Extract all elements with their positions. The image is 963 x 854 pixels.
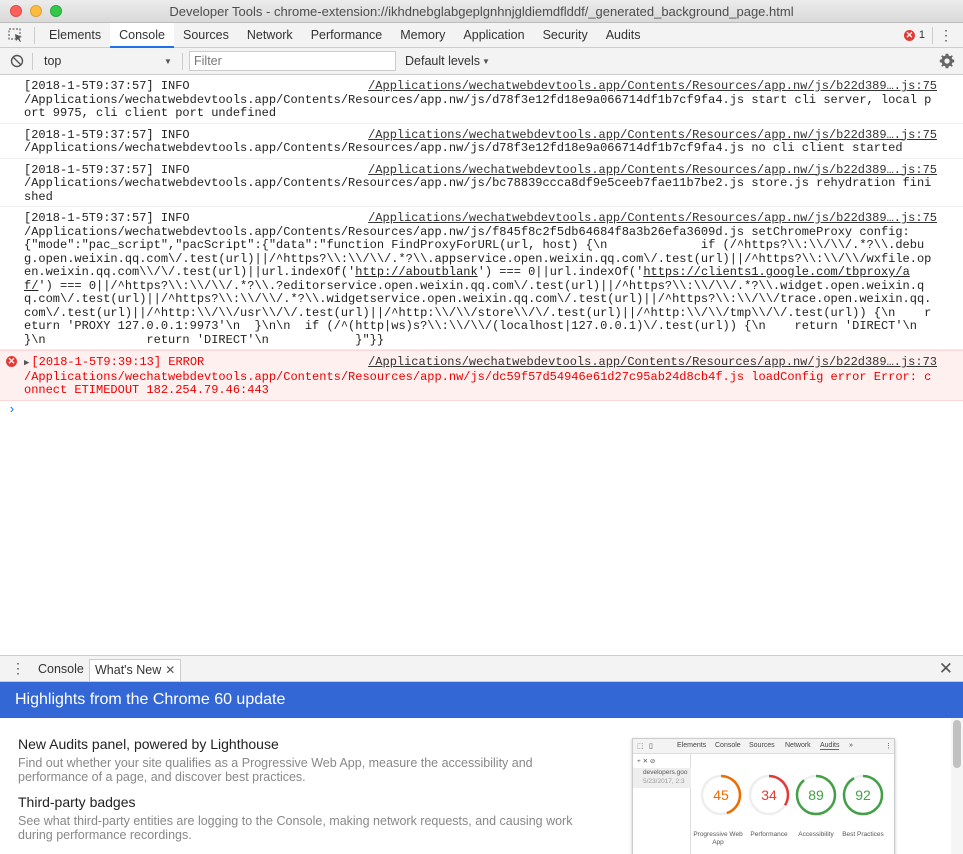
gauge-label: Performance [750,831,788,838]
console-message: /Applications/wechatwebdevtools.app/Cont… [0,159,963,207]
gauge-accessibility: 89 [795,774,837,816]
preview-tab: Elements [677,742,707,749]
tab-memory[interactable]: Memory [391,23,454,48]
divider [182,53,183,70]
error-icon: ✕ [6,356,17,367]
preview-tab: Audits [820,742,840,750]
more-options-icon[interactable]: ⋮ [939,27,953,43]
message-link[interactable]: http://aboutblank [355,265,477,279]
inspect-element-icon[interactable] [8,28,24,43]
news-item-title: Third-party badges [18,794,136,810]
message-text-part: ') === 0||url.indexOf(' [477,265,644,279]
message-text: /Applications/wechatwebdevtools.app/Cont… [24,141,903,155]
message-source-link[interactable]: /Applications/wechatwebdevtools.app/Cont… [368,355,937,370]
error-icon: ✕ [903,29,915,41]
preview-tab: » [849,742,853,749]
message-text-part: ') === 0||/^https?\\:\\/\\/.*?\\.?editor… [24,278,932,347]
gauge-pwa: 45 [700,774,742,816]
gauge-score: 34 [761,787,777,803]
console-error-message: ✕ /Applications/wechatwebdevtools.app/Co… [0,350,963,401]
tab-security[interactable]: Security [534,23,597,48]
tab-performance[interactable]: Performance [302,23,392,48]
window-titlebar: Developer Tools - chrome-extension://ikh… [0,0,963,23]
close-tab-icon[interactable]: ✕ [165,663,175,677]
preview-tab: Console [715,742,741,749]
gauge-label: Best Practices [842,831,884,838]
chevron-down-icon[interactable]: ▼ [482,57,490,66]
gauge-label: Progressive Web App [693,831,743,846]
console-message: /Applications/wechatwebdevtools.app/Cont… [0,75,963,124]
gauge-score: 92 [855,787,871,803]
message-head: [2018-1-5T9:39:13] ERROR [31,355,205,369]
message-source-link[interactable]: /Applications/wechatwebdevtools.app/Cont… [368,128,937,143]
gauge-score: 89 [808,787,824,803]
preview-date: 5/23/2017, 2:3 [643,778,685,785]
drawer-tab-whats-new[interactable]: What's New ✕ [89,659,182,681]
error-count: 1 [918,29,925,41]
gauge-performance: 34 [748,774,790,816]
whats-new-banner: Highlights from the Chrome 60 update [0,682,963,718]
console-message: /Applications/wechatwebdevtools.app/Cont… [0,124,963,159]
message-text: /Applications/wechatwebdevtools.app/Cont… [24,176,932,204]
tab-audits[interactable]: Audits [597,23,650,48]
message-source-link[interactable]: /Applications/wechatwebdevtools.app/Cont… [368,163,937,178]
divider [932,27,933,44]
gear-icon[interactable] [939,53,955,69]
divider [32,53,33,70]
window-title: Developer Tools - chrome-extension://ikh… [169,4,794,19]
scrollbar-thumb[interactable] [953,720,961,768]
tab-sources[interactable]: Sources [174,23,238,48]
tab-application[interactable]: Application [454,23,533,48]
preview-tab-bar: ⬚ ▯ Elements Console Sources Network Aud… [633,739,894,754]
preview-site: developers.goo [643,769,688,776]
preview-inspect-icon: ⬚ [637,743,644,750]
clear-console-icon[interactable] [10,54,24,68]
news-item-desc: See what third-party entities are loggin… [18,814,573,842]
preview-tab: Network [785,742,811,749]
drawer-tab-console[interactable]: Console [33,659,89,681]
context-selector[interactable]: top [44,54,61,68]
console-log[interactable]: /Applications/wechatwebdevtools.app/Cont… [0,75,963,655]
message-text: /Applications/wechatwebdevtools.app/Cont… [24,369,932,397]
gauge-best-practices: 92 [842,774,884,816]
message-source-link[interactable]: /Applications/wechatwebdevtools.app/Cont… [368,79,937,94]
divider [34,27,35,44]
expand-triangle-icon[interactable]: ▶ [24,358,29,368]
scrollbar[interactable] [951,718,963,854]
log-levels-dropdown[interactable]: Default levels [405,54,480,68]
filter-input[interactable] [189,51,396,71]
chevron-down-icon[interactable]: ▼ [164,57,172,66]
preview-tab: Sources [749,742,775,749]
console-toolbar: top ▼ Default levels ▼ [0,48,963,75]
preview-device-icon: ▯ [649,743,653,750]
preview-toolbar-icons: + ✕ ⊘ [637,758,656,765]
tab-console[interactable]: Console [110,23,174,48]
error-count-badge[interactable]: ✕ 1 [903,29,925,41]
gauge-score: 45 [713,787,729,803]
whats-new-content: New Audits panel, powered by Lighthouse … [0,718,963,854]
close-drawer-icon[interactable]: ✕ [939,659,953,679]
preview-more-icon: ⋮ [885,743,892,750]
panel-tabs: Elements Console Sources Network Performance… [40,23,649,48]
lighthouse-preview-image: ⬚ ▯ Elements Console Sources Network Aud… [632,738,895,854]
console-prompt-row[interactable]: › [0,401,963,421]
news-item-desc: Find out whether your site qualifies as … [18,756,533,784]
prompt-chevron-icon: › [8,401,16,417]
news-item-title: New Audits panel, powered by Lighthouse [18,736,279,752]
message-text: /Applications/wechatwebdevtools.app/Cont… [24,92,932,120]
message-text: /Applications/wechatwebdevtools.app/Cont… [24,225,937,348]
drawer-tab-label: What's New [95,663,162,677]
preview-sidebar: + ✕ ⊘ developers.goo 5/23/2017, 2:3 [633,754,691,854]
tab-network[interactable]: Network [238,23,302,48]
devtools-tab-bar: Elements Console Sources Network Performance… [0,23,963,48]
drawer-tab-bar: ⋮ Console What's New ✕ ✕ [0,655,963,682]
drawer-menu-icon[interactable]: ⋮ [11,660,25,677]
console-message: /Applications/wechatwebdevtools.app/Cont… [0,207,963,350]
gauge-label: Accessibility [798,831,834,838]
message-source-link[interactable]: /Applications/wechatwebdevtools.app/Cont… [368,211,937,226]
tab-elements[interactable]: Elements [40,23,110,48]
